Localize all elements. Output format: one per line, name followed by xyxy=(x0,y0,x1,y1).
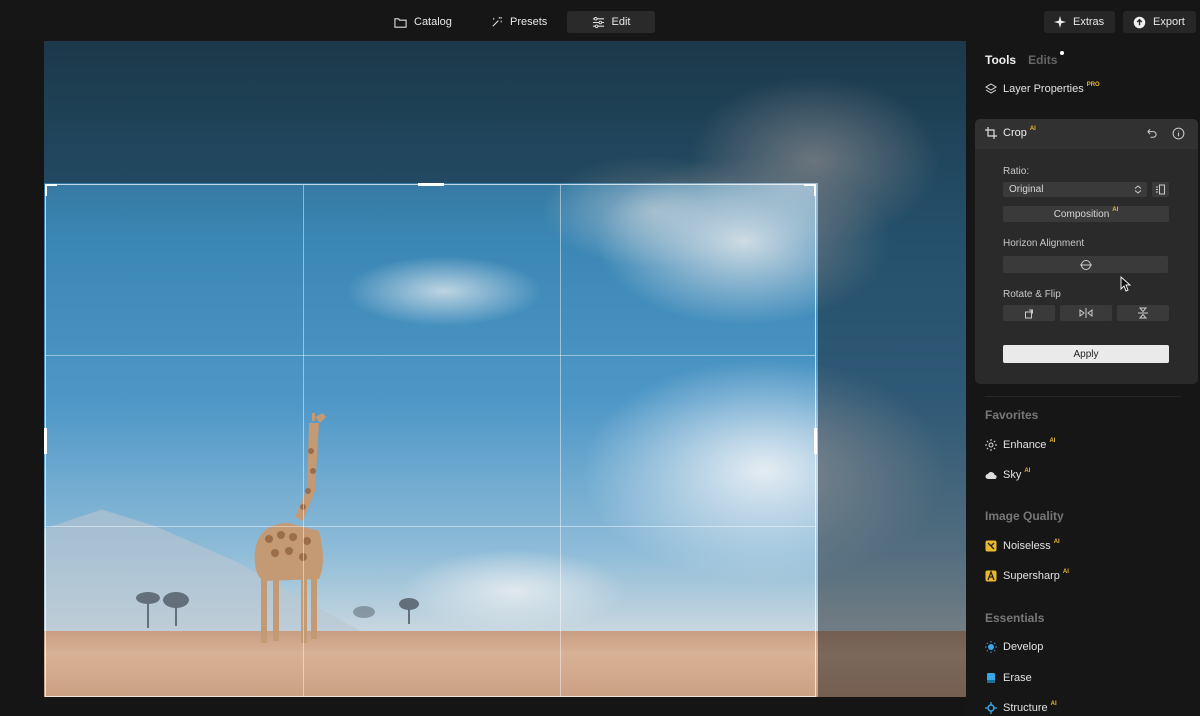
crop-grid-line xyxy=(303,185,304,696)
export-label: Export xyxy=(1153,16,1185,28)
supersharp-label: Supersharp xyxy=(1003,570,1060,582)
crop-header[interactable]: Crop AI xyxy=(975,119,1198,149)
composition-label: Composition xyxy=(1053,208,1110,220)
tab-tools[interactable]: Tools xyxy=(985,53,1016,67)
rotate-flip-label: Rotate & Flip xyxy=(1003,289,1061,300)
crop-edge-handle[interactable] xyxy=(418,183,444,186)
noiseless-label: Noiseless xyxy=(1003,540,1051,552)
structure-item[interactable]: Structure AI xyxy=(985,701,1057,714)
crop-icon xyxy=(985,127,997,139)
info-icon[interactable] xyxy=(1172,127,1185,140)
sky-item[interactable]: Sky AI xyxy=(985,468,1031,481)
sliders-icon xyxy=(592,16,604,28)
crop-tool-card: Crop AI Ratio: Original Composition AI H… xyxy=(975,119,1198,384)
enhance-icon xyxy=(985,439,997,451)
catalog-label: Catalog xyxy=(414,16,452,28)
essentials-heading: Essentials xyxy=(985,611,1045,625)
mouse-cursor-icon xyxy=(1120,276,1132,292)
export-button[interactable]: Export xyxy=(1123,11,1196,33)
crop-edge-handle[interactable] xyxy=(44,428,47,454)
flip-horizontal-button[interactable] xyxy=(1060,305,1112,321)
eraser-icon xyxy=(987,673,995,683)
rotate-icon xyxy=(1024,309,1033,318)
crop-frame[interactable] xyxy=(44,183,817,697)
develop-item[interactable]: Develop xyxy=(985,641,1043,653)
tools-panel: Tools Edits Layer Properties PRO Crop AI… xyxy=(966,41,1200,716)
ratio-select[interactable]: Original xyxy=(1003,182,1147,197)
favorites-heading: Favorites xyxy=(985,408,1039,422)
enhance-label: Enhance xyxy=(1003,439,1047,451)
supersharp-icon xyxy=(985,570,997,582)
panel-tabs: Tools Edits xyxy=(985,51,1065,67)
enhance-item[interactable]: Enhance AI xyxy=(985,438,1056,451)
sky-label: Sky xyxy=(1003,469,1022,481)
top-bar: Catalog Presets Edit Extras Export xyxy=(0,0,1200,42)
edit-tab[interactable]: Edit xyxy=(567,11,655,33)
layers-icon xyxy=(985,83,997,94)
flip-horizontal-icon xyxy=(1079,308,1093,318)
ai-badge: AI xyxy=(1029,126,1036,132)
ai-badge: AI xyxy=(1024,468,1031,474)
crop-grid-line xyxy=(46,355,815,356)
orientation-button[interactable] xyxy=(1152,182,1169,197)
pro-badge: PRO xyxy=(1086,82,1100,88)
image-canvas[interactable] xyxy=(44,41,966,697)
extras-label: Extras xyxy=(1073,16,1105,28)
sun-icon xyxy=(985,641,997,653)
erase-item[interactable]: Erase xyxy=(985,672,1032,684)
erase-label: Erase xyxy=(1003,672,1032,684)
unsaved-dot xyxy=(1060,51,1065,55)
chevron-updown-icon xyxy=(1134,185,1142,194)
edit-label: Edit xyxy=(611,16,631,28)
ratio-label: Ratio: xyxy=(1003,166,1030,177)
noiseless-item[interactable]: Noiseless AI xyxy=(985,539,1060,552)
magic-wand-icon xyxy=(492,16,503,27)
ratio-value: Original xyxy=(1009,184,1044,195)
ai-badge: AI xyxy=(1053,539,1060,545)
noiseless-icon xyxy=(985,540,997,552)
structure-icon xyxy=(985,702,997,714)
ai-badge: AI xyxy=(1112,207,1119,213)
apply-button[interactable]: Apply xyxy=(1003,345,1169,363)
undo-icon[interactable] xyxy=(1145,127,1158,140)
ai-badge: AI xyxy=(1062,569,1069,575)
tab-edits[interactable]: Edits xyxy=(1028,51,1065,67)
presets-tab[interactable]: Presets xyxy=(478,11,559,33)
ai-badge: AI xyxy=(1050,701,1057,707)
horizon-icon xyxy=(1079,259,1092,270)
rotate-button[interactable] xyxy=(1003,305,1055,321)
catalog-tab[interactable]: Catalog xyxy=(382,11,464,33)
horizon-alignment-label: Horizon Alignment xyxy=(1003,238,1085,249)
supersharp-item[interactable]: Supersharp AI xyxy=(985,569,1069,582)
structure-label: Structure xyxy=(1003,702,1048,714)
crop-title: Crop AI xyxy=(985,126,1036,139)
crop-edge-handle[interactable] xyxy=(814,428,817,454)
tab-edits-label: Edits xyxy=(1028,53,1058,67)
folder-icon xyxy=(394,17,407,28)
crop-grid-line xyxy=(560,185,561,696)
develop-label: Develop xyxy=(1003,641,1044,653)
divider xyxy=(985,396,1181,397)
layer-properties-label: Layer Properties xyxy=(1003,83,1084,95)
horizon-alignment-slider[interactable] xyxy=(1003,256,1168,273)
crop-label: Crop xyxy=(1003,127,1027,139)
crop-mask-top xyxy=(44,41,966,183)
crop-grid-line xyxy=(46,526,815,527)
flip-vertical-button[interactable] xyxy=(1117,305,1169,321)
orientation-icon xyxy=(1156,184,1165,195)
composition-button[interactable]: Composition AI xyxy=(1003,206,1169,222)
flip-vertical-icon xyxy=(1138,307,1148,319)
crop-corner-handle[interactable] xyxy=(45,184,47,196)
ai-badge: AI xyxy=(1049,438,1056,444)
sparkle-icon xyxy=(1054,16,1066,28)
cloud-icon xyxy=(985,472,997,480)
layer-properties-item[interactable]: Layer Properties PRO xyxy=(985,82,1100,95)
image-quality-heading: Image Quality xyxy=(985,509,1064,523)
crop-corner-handle[interactable] xyxy=(814,184,816,196)
presets-label: Presets xyxy=(510,16,548,28)
extras-button[interactable]: Extras xyxy=(1044,11,1115,33)
crop-mask-right xyxy=(818,183,966,697)
export-icon xyxy=(1133,16,1146,28)
